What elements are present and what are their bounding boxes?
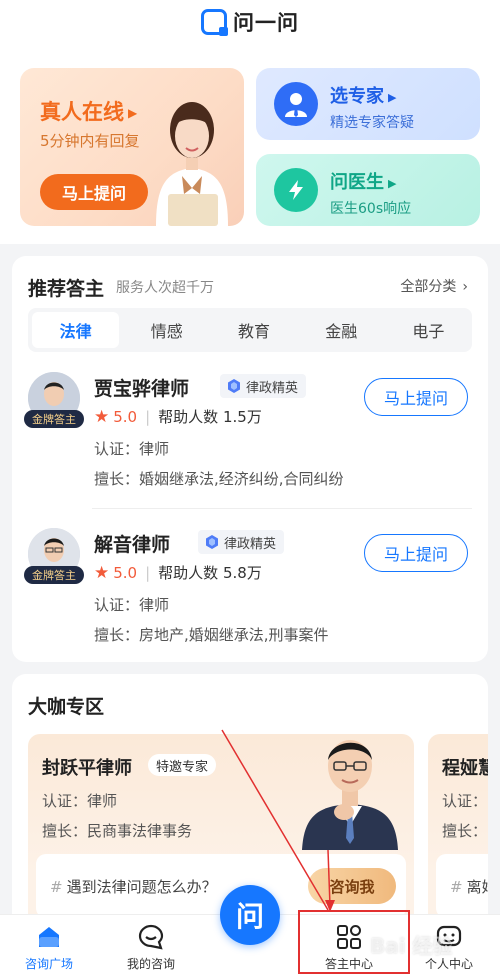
bigshot-title: 大咖专区 — [28, 696, 105, 718]
expert-expertise: 擅长：民商事法律事务 — [42, 822, 193, 840]
expert-icon — [274, 82, 318, 126]
help-label: 帮助人数 — [158, 408, 219, 426]
expertise: 擅长：房地产,婚姻继承法,刑事案件 — [94, 626, 329, 644]
chat-icon — [138, 924, 164, 950]
elite-badge: 律政精英 — [198, 530, 285, 554]
rating-score: 5.0 — [113, 407, 138, 426]
gold-answerer-badge: 金牌答主 — [24, 566, 84, 584]
hero-section: 真人在线 ▶ 5分钟内有回复 马上提问 选专家 ▶ 精选专家答疑 问医生 ▶ 医生60… — [0, 44, 500, 244]
ask-center-button[interactable]: 问 — [220, 885, 280, 945]
choose-expert-title: 选专家 ▶ — [330, 86, 397, 107]
hash-icon: # — [450, 878, 463, 896]
human-online-title: 真人在线 ▶ — [40, 100, 138, 124]
certification: 认证：律师 — [94, 596, 170, 614]
logo-text: 问一问 — [233, 11, 299, 35]
rating-row: ★ 5.0 | 帮助人数 1.5万 — [94, 406, 262, 427]
human-online-card[interactable]: 真人在线 ▶ 5分钟内有回复 马上提问 — [20, 68, 244, 226]
recommend-panel: 推荐答主 服务人次超千万 全部分类 › 法律 情感 教育 金融 电子 金牌答主 贾… — [12, 256, 488, 662]
expert-certification: 认证： — [442, 792, 488, 810]
star-icon: ★ — [94, 562, 110, 583]
play-arrow-icon: ▶ — [388, 90, 397, 104]
ask-placeholder: #离婚 — [450, 878, 488, 896]
square-icon — [39, 927, 59, 947]
elite-badge-icon — [228, 379, 240, 393]
consult-me-button[interactable]: 咨询我 — [308, 868, 396, 904]
choose-expert-subtitle: 精选专家答疑 — [330, 115, 414, 131]
rating-score: 5.0 — [113, 563, 138, 582]
lawyer-card[interactable]: 金牌答主 贾宝骅律师 律政精英 ★ 5.0 | 帮助人数 1.5万 认证：律师 … — [12, 362, 488, 502]
lawyer-card[interactable]: 金牌答主 解音律师 律政精英 ★ 5.0 | 帮助人数 5.8万 认证：律师 擅… — [12, 518, 488, 658]
ask-doctor-title: 问医生 ▶ — [330, 172, 397, 193]
logo-icon — [201, 9, 228, 36]
nav-consult-square[interactable]: 咨询广场 — [4, 923, 94, 972]
recommend-title: 推荐答主 — [28, 278, 105, 300]
expertise: 擅长：婚姻继承法,经济纠纷,合同纠纷 — [94, 470, 344, 488]
help-count: 1.5万 — [222, 408, 262, 426]
all-categories-link[interactable]: 全部分类 › — [400, 276, 468, 296]
watermark: Bai 经验 — [370, 934, 453, 958]
ask-now-button[interactable]: 马上提问 — [364, 534, 468, 572]
nav-label: 我的咨询 — [126, 957, 175, 971]
lawyer-name: 贾宝骅律师 — [94, 378, 190, 400]
chevron-right-icon: › — [462, 279, 468, 295]
certification: 认证：律师 — [94, 440, 170, 458]
tab-education[interactable]: 教育 — [210, 308, 297, 352]
expert-name: 程娅慧 — [442, 758, 488, 779]
star-icon: ★ — [94, 406, 110, 427]
play-arrow-icon: ▶ — [388, 176, 397, 190]
ask-doctor-card[interactable]: 问医生 ▶ 医生60s响应 — [256, 154, 480, 226]
nav-my-consult[interactable]: 我的咨询 — [106, 923, 196, 972]
expert-expertise: 擅长： — [442, 822, 488, 840]
expert-name: 封跃平律师 — [42, 758, 132, 779]
nav-label: 咨询广场 — [24, 957, 73, 971]
expert-portrait — [302, 740, 398, 850]
separator: | — [145, 563, 151, 582]
hash-icon: # — [50, 878, 63, 896]
ask-bar[interactable]: #离婚 — [436, 854, 488, 918]
ask-now-button[interactable]: 马上提问 — [40, 174, 148, 210]
ask-doctor-subtitle: 医生60s响应 — [330, 201, 412, 217]
elite-badge: 律政精英 — [220, 374, 307, 398]
category-tabs: 法律 情感 教育 金融 电子 — [28, 308, 472, 352]
expert-card[interactable]: 程娅慧 认证： 擅长： #离婚 — [428, 734, 488, 934]
top-bar: 问一问 — [0, 0, 500, 44]
tab-emotion[interactable]: 情感 — [123, 308, 210, 352]
ask-now-button[interactable]: 马上提问 — [364, 378, 468, 416]
human-online-subtitle: 5分钟内有回复 — [40, 132, 140, 150]
help-label: 帮助人数 — [158, 564, 219, 582]
elite-badge-icon — [206, 535, 218, 549]
recommend-subtitle: 服务人次超千万 — [116, 280, 214, 296]
expert-certification: 认证：律师 — [42, 792, 118, 810]
special-expert-tag: 特邀专家 — [148, 754, 217, 776]
lawyer-name: 解音律师 — [94, 534, 171, 556]
choose-expert-card[interactable]: 选专家 ▶ 精选专家答疑 — [256, 68, 480, 140]
tab-electronics[interactable]: 电子 — [385, 308, 472, 352]
tab-finance[interactable]: 金融 — [298, 308, 385, 352]
ask-placeholder: # 遇到法律问题怎么办？ — [50, 878, 217, 896]
play-arrow-icon: ▶ — [128, 106, 138, 120]
app-logo: 问一问 — [201, 7, 299, 37]
service-agent-illustration — [156, 102, 228, 226]
separator: | — [145, 407, 151, 426]
tab-law[interactable]: 法律 — [32, 312, 120, 348]
gold-answerer-badge: 金牌答主 — [24, 410, 84, 428]
divider — [92, 508, 472, 509]
rating-row: ★ 5.0 | 帮助人数 5.8万 — [94, 562, 262, 583]
help-count: 5.8万 — [222, 564, 262, 582]
lightning-icon — [274, 168, 318, 212]
